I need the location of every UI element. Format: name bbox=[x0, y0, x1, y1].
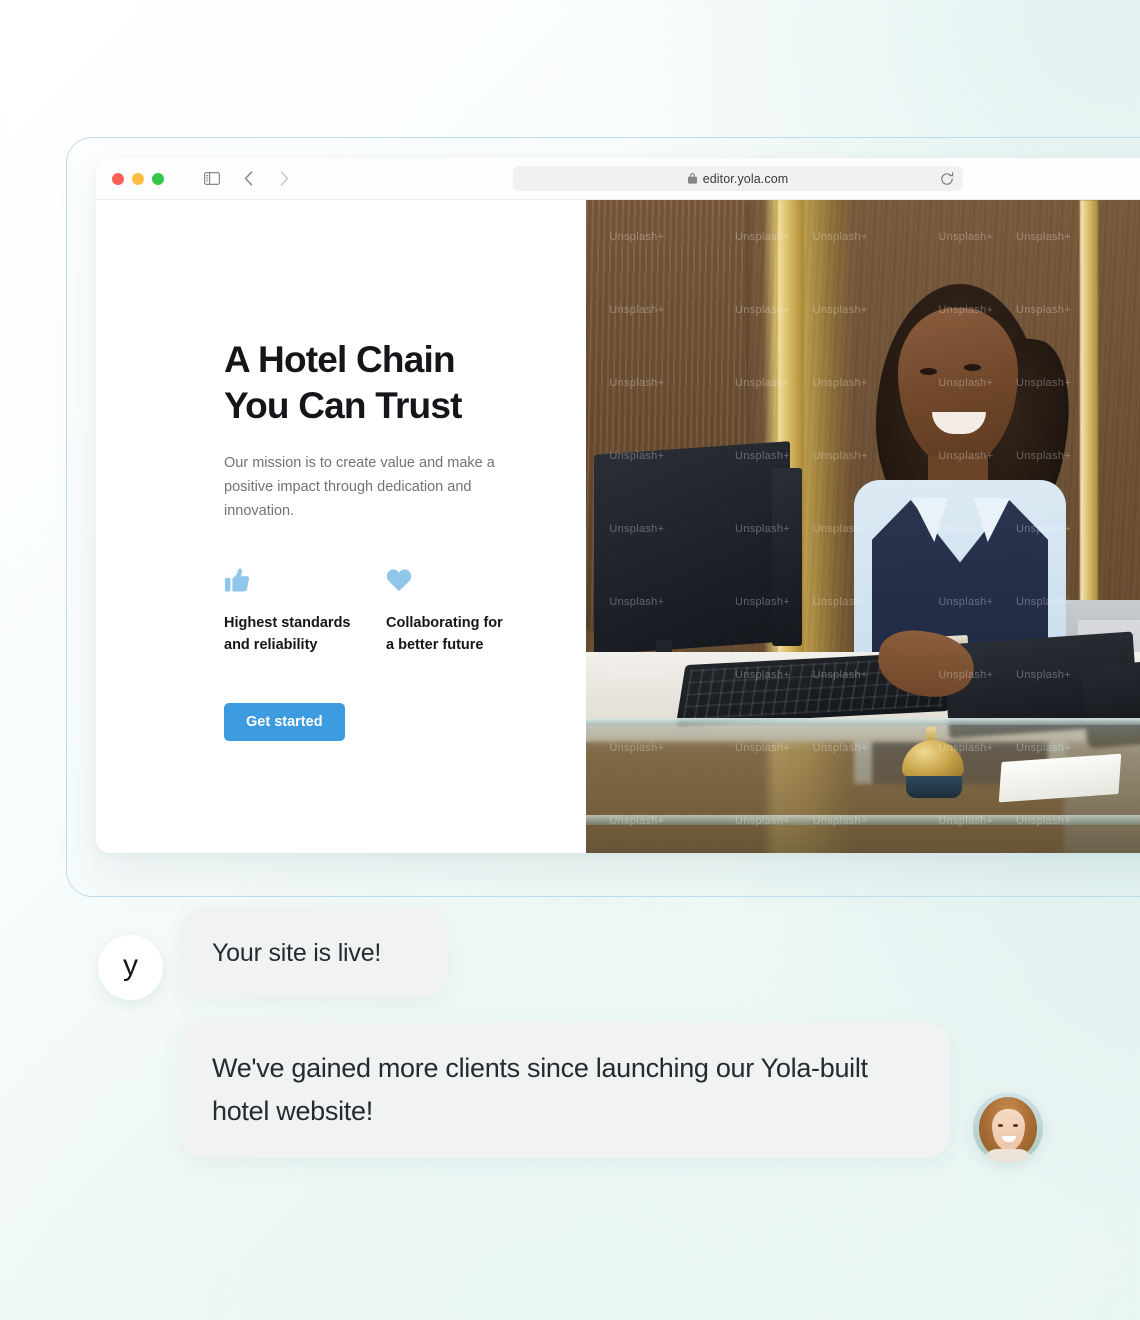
monitor-secondary bbox=[772, 468, 802, 646]
avatar-body bbox=[983, 1149, 1033, 1163]
maximize-window-button[interactable] bbox=[152, 172, 164, 185]
browser-toolbar: editor.yola.com bbox=[96, 158, 1140, 200]
watermark-label: Unsplash+ bbox=[1016, 230, 1071, 243]
glass-counter-edge bbox=[586, 718, 1140, 725]
service-bell-base bbox=[906, 776, 962, 798]
chat-bubble-status: Your site is live! bbox=[180, 908, 448, 998]
close-window-button[interactable] bbox=[112, 172, 124, 185]
reload-icon[interactable] bbox=[940, 171, 954, 186]
paper-sheet bbox=[998, 753, 1122, 803]
window-controls bbox=[112, 172, 164, 185]
sidebar-icon[interactable] bbox=[202, 169, 222, 189]
watermark-label: Unsplash+ bbox=[938, 230, 994, 243]
page-title: A Hotel Chain You Can Trust bbox=[224, 339, 462, 426]
yola-logo-avatar: y bbox=[98, 935, 163, 1000]
hero-image-column: Unsplash+ Unsplash+ Unsplash+ Unsplash+ Unsp… bbox=[586, 200, 1140, 853]
thumbs-up-icon bbox=[224, 565, 386, 595]
chat-bubble-testimonial: We've gained more clients since launchin… bbox=[180, 1022, 950, 1158]
avatar-eye-left bbox=[998, 1124, 1003, 1127]
heart-icon bbox=[386, 565, 548, 595]
glass-counter-front-edge bbox=[586, 815, 1140, 825]
lock-icon bbox=[687, 173, 697, 184]
feature-item-standards: Highest standards and reliability bbox=[224, 565, 386, 657]
feature-list: Highest standards and reliability Collab… bbox=[224, 565, 554, 657]
yola-logo-letter: y bbox=[123, 948, 138, 982]
chat-message-text: Your site is live! bbox=[212, 938, 382, 967]
eye-left bbox=[920, 368, 937, 375]
forward-icon[interactable] bbox=[274, 169, 294, 189]
address-bar[interactable]: editor.yola.com bbox=[513, 166, 963, 191]
hero-subtitle: Our mission is to create value and make … bbox=[224, 454, 495, 520]
back-icon[interactable] bbox=[238, 169, 258, 189]
monitor-primary bbox=[594, 441, 790, 655]
url-text: editor.yola.com bbox=[702, 171, 789, 186]
feature-label: Collaborating for a better future bbox=[386, 615, 503, 654]
avatar-eye-right bbox=[1013, 1124, 1018, 1127]
minimize-window-button[interactable] bbox=[132, 172, 144, 185]
hero-text-column: A Hotel Chain You Can Trust Our mission … bbox=[96, 200, 586, 853]
address-bar-area: editor.yola.com bbox=[294, 166, 1140, 191]
website-preview: A Hotel Chain You Can Trust Our mission … bbox=[96, 200, 1140, 853]
customer-avatar bbox=[973, 1093, 1043, 1163]
hero-photo: Unsplash+ Unsplash+ Unsplash+ Unsplash+ Unsp… bbox=[586, 200, 1140, 853]
browser-window: editor.yola.com A Hotel Chain You Can Tr… bbox=[96, 158, 1140, 853]
hero-copy: A Hotel Chain You Can Trust Our mission … bbox=[224, 337, 554, 741]
feature-label: Highest standards and reliability bbox=[224, 615, 351, 654]
navigation-controls bbox=[202, 169, 294, 189]
eye-right bbox=[964, 364, 981, 371]
feature-item-collaboration: Collaborating for a better future bbox=[386, 565, 548, 657]
chat-message-text: We've gained more clients since launchin… bbox=[212, 1053, 868, 1126]
watermark-label: Unsplash+ bbox=[812, 230, 868, 243]
get-started-button[interactable]: Get started bbox=[224, 702, 345, 741]
